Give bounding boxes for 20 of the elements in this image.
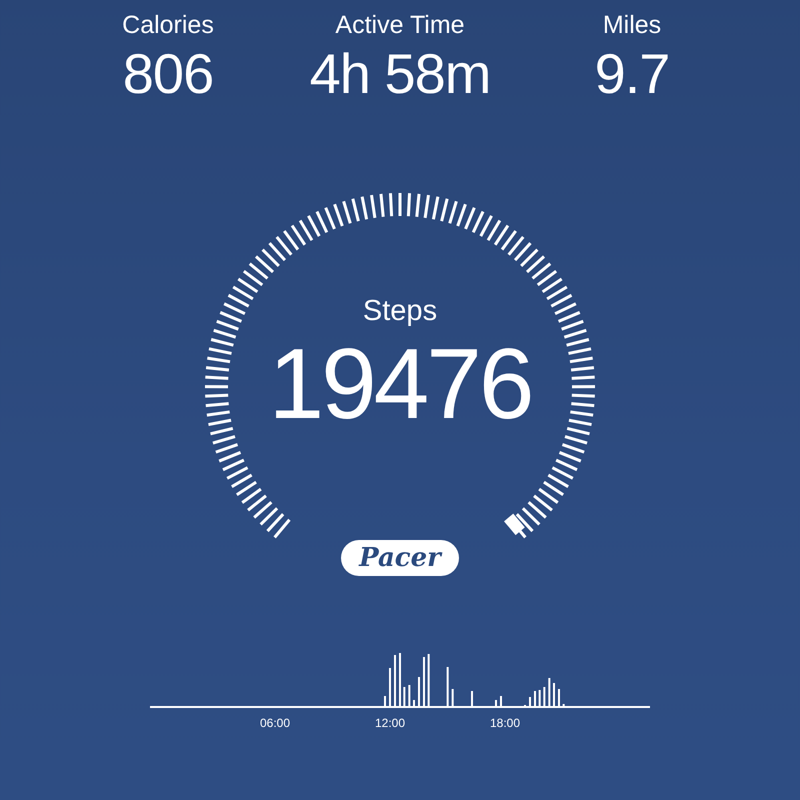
stat-label: Calories (122, 10, 214, 41)
stat-label: Active Time (335, 10, 465, 41)
time-label: 12:00 (374, 715, 406, 732)
pacer-logo: Pacer (341, 540, 459, 576)
chart-bar (408, 685, 410, 707)
chart-bar (403, 687, 406, 707)
chart-bar (548, 678, 550, 707)
stat-value: 4h 58m (310, 42, 490, 106)
chart-bar (538, 690, 541, 707)
stat-value: 806 (122, 42, 214, 106)
steps-label: Steps (362, 294, 438, 329)
chart-bar (428, 654, 430, 707)
stat-label: Miles (602, 10, 662, 41)
steps-count: 19476 (268, 329, 532, 439)
chart-bar (452, 689, 454, 707)
chart-bar (446, 667, 449, 707)
chart-bar (543, 687, 546, 707)
stat-value: 9.7 (594, 42, 670, 106)
time-label: 18:00 (490, 715, 520, 732)
time-label: 06:00 (260, 715, 290, 732)
